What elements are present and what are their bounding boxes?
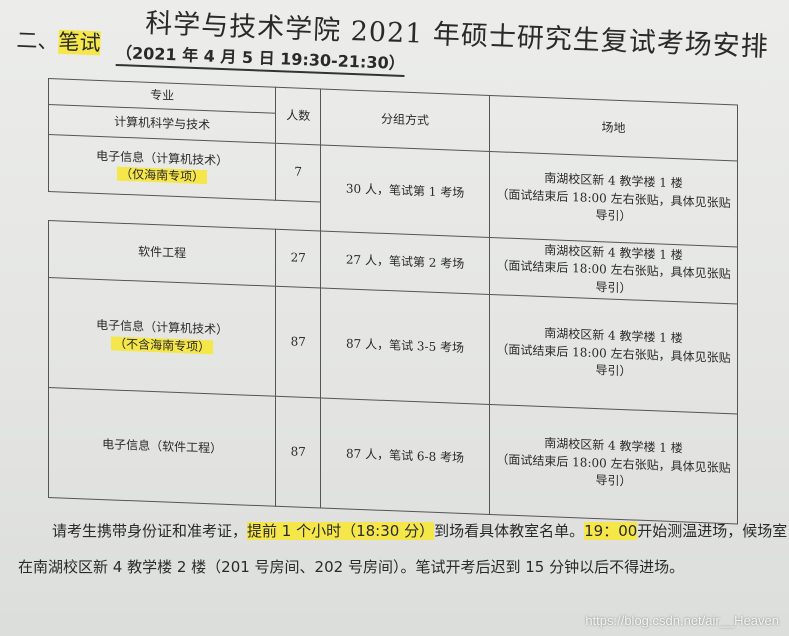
schedule-table: 专业 人数 分组方式 场地 计算机科学与技术 电子信息（计算机技术） （仅海南专… [48,78,738,525]
header-venue: 场地 [489,95,738,161]
major-cell: 电子信息（计算机技术） （仅海南专项） [48,134,276,201]
venue-cell: 南湖校区新 4 教学楼 1 楼 （面试结束后 18:00 左右张贴，具体见张贴导… [489,294,738,414]
footer-paragraph-1: 请考生携带身份证和准考证，提前 1 个小时（18:30 分）到场看具体教室名单。… [52,520,787,541]
major-note-highlight: （仅海南专项） [117,166,208,185]
footer-text: 到场看具体教室名单。 [434,522,585,540]
count-cell: 87 [275,396,321,508]
section-prefix: 二、 [16,28,59,54]
watermark: https://blog.csdn.net/air__Heaven [585,613,779,628]
major-cell: 软件工程 [48,220,276,287]
section-heading: 二、笔试 [16,24,101,57]
footer-text: 开始测温进场，候场室 [637,522,788,540]
document-page: 科学与技术学院 2021 年硕士研究生复试考场安排 二、笔试 （2021 年 4… [0,0,789,636]
footer-text: 请考生携带身份证和准考证， [52,522,248,540]
venue-cell: 南湖校区新 4 教学楼 1 楼 （面试结束后 18:00 左右张贴，具体见张贴导… [489,404,738,524]
major-note-highlight: （不含海南专项） [111,335,214,354]
section-name-highlight: 笔试 [58,29,101,56]
major-cell: 电子信息（软件工程） [48,387,276,507]
group-cell: 87 人，笔试 6-8 考场 [320,397,490,515]
count-cell: 27 [275,229,321,288]
group-cell: 27 人，笔试第 2 考场 [320,230,490,295]
header-grouping: 分组方式 [320,88,490,152]
footer-highlight-time: 提前 1 个小时（18:30 分） [247,522,435,540]
schedule-table-wrapper: 专业 人数 分组方式 场地 计算机科学与技术 电子信息（计算机技术） （仅海南专… [48,78,738,525]
footer-paragraph-2: 在南湖校区新 4 教学楼 2 楼（201 号房间、202 号房间）。笔试开考后迟… [18,558,685,576]
header-count: 人数 [275,87,321,145]
major-cell: 电子信息（计算机技术） （不含海南专项） [48,277,276,397]
count-cell: 7 [275,143,321,203]
count-cell: 87 [275,286,321,398]
group-cell: 87 人，笔试 3-5 考场 [320,287,490,405]
venue-cell: 南湖校区新 4 教学楼 1 楼 （面试结束后 18:00 左右张贴，具体见张贴导… [489,151,738,247]
group-cell: 30 人，笔试第 1 考场 [320,144,490,238]
footer-highlight-start: 19：00 [584,522,638,540]
venue-cell: 南湖校区新 4 教学楼 1 楼 （面试结束后 18:00 左右张贴，具体见张贴导… [489,237,738,304]
